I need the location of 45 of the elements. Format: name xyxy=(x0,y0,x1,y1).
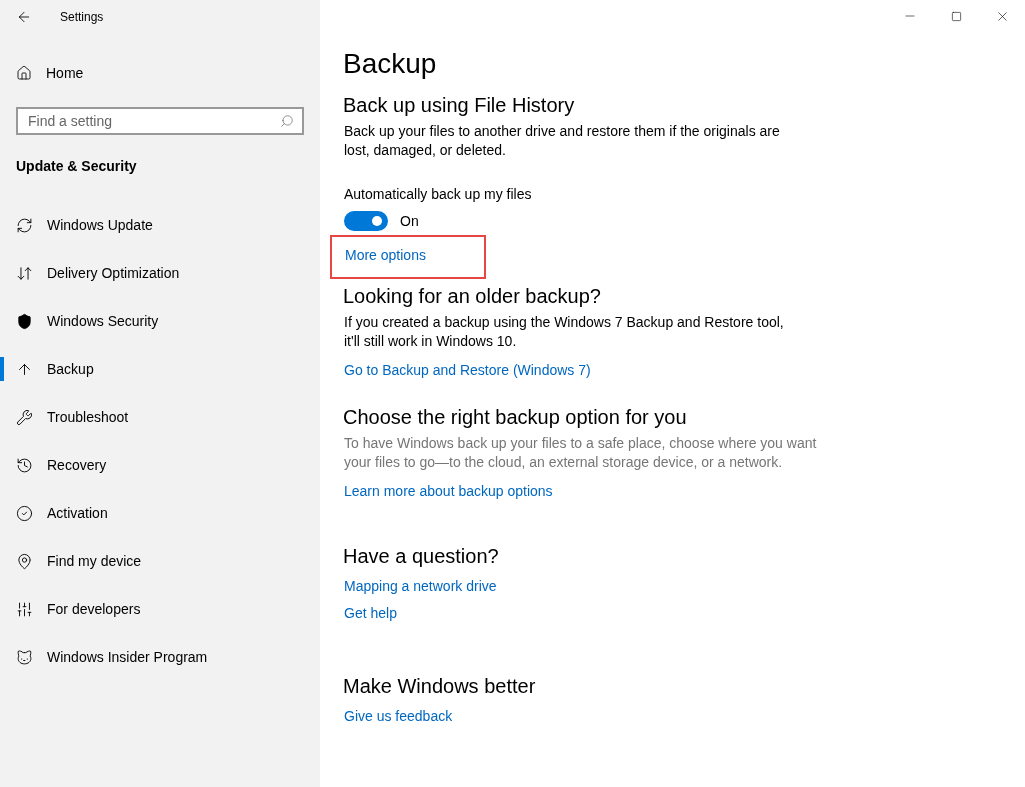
shield-icon xyxy=(16,312,33,330)
section-heading: Back up using File History xyxy=(343,94,575,117)
link[interactable]: Mapping a network drive xyxy=(344,573,497,600)
section-heading: Have a question? xyxy=(343,545,499,568)
nav-item[interactable]: Delivery Optimization xyxy=(0,249,320,297)
link[interactable]: Learn more about backup options xyxy=(344,478,553,505)
toggle-state: On xyxy=(400,213,419,229)
page-title: Backup xyxy=(343,48,438,80)
back-arrow-icon[interactable] xyxy=(16,9,32,25)
nav-item[interactable]: For developers xyxy=(0,585,320,633)
nav-item[interactable]: Recovery xyxy=(0,441,320,489)
refresh-icon xyxy=(16,216,33,234)
link[interactable]: More options xyxy=(345,247,426,263)
link[interactable]: Go to Backup and Restore (Windows 7) xyxy=(344,357,591,384)
nav-item[interactable]: Backup xyxy=(0,345,320,393)
toggle-label: Automatically back up my files xyxy=(344,186,532,202)
cat-icon xyxy=(16,648,33,666)
nav-item[interactable]: Windows Security xyxy=(0,297,320,345)
window-title: Settings xyxy=(60,10,104,24)
search-field[interactable]: Find a setting xyxy=(16,107,304,135)
category-heading: Update & Security xyxy=(15,157,138,174)
description: To have Windows back up your files to a safe place, choose where you want your files to go—to the cloud, an external storage device, or a network. xyxy=(344,434,818,472)
history-icon xyxy=(16,456,33,474)
section-heading: Make Windows better xyxy=(343,675,536,698)
arrows-icon xyxy=(16,264,33,282)
sliders-icon xyxy=(16,600,33,618)
nav-item[interactable]: Troubleshoot xyxy=(0,393,320,441)
description: If you created a backup using the Windows 7 Backup and Restore tool, it'll still work in Windows 10. xyxy=(344,313,785,351)
link[interactable]: Give us feedback xyxy=(344,703,453,730)
section-heading: Looking for an older backup? xyxy=(343,285,601,308)
nav-item[interactable]: Windows Insider Program xyxy=(0,633,320,681)
nav-item[interactable]: Activation xyxy=(0,489,320,537)
home-icon xyxy=(16,65,32,81)
check-circle-icon xyxy=(16,504,33,522)
section-heading: Choose the right backup option for you xyxy=(343,406,687,429)
nav-item[interactable]: Windows Update xyxy=(0,201,320,249)
link[interactable]: Get help xyxy=(344,600,397,627)
maximize-icon xyxy=(950,10,962,22)
home-item[interactable]: Home xyxy=(0,49,320,97)
nav-item[interactable]: Find my device xyxy=(0,537,320,585)
search-icon xyxy=(280,114,294,128)
wrench-icon xyxy=(16,408,33,426)
map-pin-icon xyxy=(16,552,33,570)
toggle-switch[interactable] xyxy=(344,211,388,231)
description: Back up your files to another drive and restore them if the originals are lost, damaged, or deleted. xyxy=(344,122,781,160)
